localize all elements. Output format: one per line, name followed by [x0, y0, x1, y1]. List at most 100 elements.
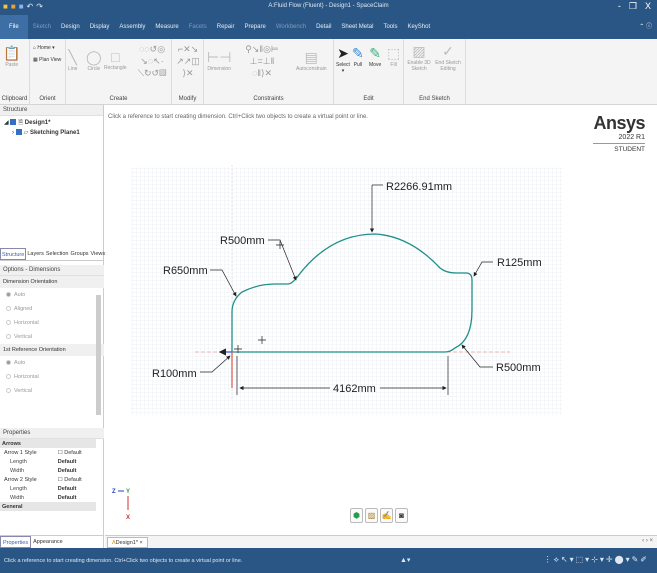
tab-detail[interactable]: Detail	[311, 15, 336, 39]
constraint-tools-grid[interactable]: ⚲↘‖◎⊨ ⊥=⊥‖ ◌‖⟩✕	[234, 43, 290, 79]
rectangle-button[interactable]: □ Rectangle	[104, 49, 127, 71]
minimize-button[interactable]: -	[618, 1, 621, 12]
select-button[interactable]: ➤ Select ▾	[336, 45, 350, 74]
create-tools-grid[interactable]: ◌◌↺◎ ↘◌↖· ⟍↻↺▨	[134, 43, 170, 79]
tab-properties[interactable]: Properties	[0, 536, 32, 548]
radio-ref-vertical[interactable]: Vertical	[0, 384, 104, 398]
group-label: Constraints	[253, 96, 284, 102]
dimension-button[interactable]: ⊢⊣ Dimension	[207, 49, 231, 72]
close-tab-icon[interactable]: ×	[140, 540, 143, 546]
design-icon: 🗎	[18, 120, 24, 126]
fill-icon: ⬚	[387, 45, 401, 61]
tab-display[interactable]: Display	[85, 15, 115, 39]
tab-nav-controls[interactable]: ‹ › ×	[642, 538, 653, 544]
tab-workbench[interactable]: Workbench	[271, 15, 311, 39]
pull-icon: ✎	[352, 45, 364, 61]
radio-aligned[interactable]: Aligned	[0, 302, 104, 316]
checkbox-icon[interactable]	[10, 119, 17, 126]
tab-assembly[interactable]: Assembly	[114, 15, 150, 39]
create-group: ╲ Line ◯ Circle □ Rectangle ◌◌↺◎ ↘◌↖· ⟍↻↺▨ Cr…	[66, 39, 172, 105]
dim-r2266[interactable]: R2266.91mm	[386, 181, 452, 193]
end-sketch-editing-button[interactable]: ✓ End Sketch Editing	[434, 43, 462, 72]
dim-r125[interactable]: R125mm	[497, 257, 542, 269]
modify-tools-grid[interactable]: ⌐✕↘ ↗↗◫ ⟩✕	[174, 43, 202, 79]
dimension-orientation-header: Dimension Orientation	[0, 276, 104, 288]
move-button[interactable]: ✎ Move	[369, 45, 381, 68]
options-panel: Options - Dimensions Dimension Orientati…	[0, 265, 104, 398]
restore-button[interactable]: ❐	[629, 1, 637, 12]
arrow2-value[interactable]: ☐ Default	[56, 475, 96, 484]
tab-groups[interactable]: Groups	[69, 248, 89, 260]
tab-selection[interactable]: Selection	[45, 248, 70, 260]
circle-button[interactable]: ◯ Circle	[86, 49, 102, 72]
fill-button[interactable]: ⬚ Fill	[387, 45, 400, 68]
tab-tools[interactable]: Tools	[378, 15, 402, 39]
circle-icon: ◯	[86, 49, 102, 65]
sketch-mode-icon[interactable]: ▨	[365, 508, 378, 523]
tab-design[interactable]: Design	[56, 15, 85, 39]
tree-item-design[interactable]: ◢ 🗎 Design1*	[4, 118, 99, 128]
tab-layers[interactable]: Layers	[26, 248, 45, 260]
radio-vertical[interactable]: Vertical	[0, 330, 104, 344]
paste-button[interactable]: 📋 Paste	[3, 45, 20, 68]
display-mode-icon[interactable]: ◙	[395, 508, 408, 523]
checkbox-icon[interactable]	[15, 129, 22, 136]
close-button[interactable]: X	[645, 1, 651, 12]
general-category[interactable]: General	[0, 502, 96, 511]
width-value[interactable]: Default	[56, 493, 96, 502]
paste-icon: 📋	[3, 45, 21, 61]
length-value[interactable]: Default	[56, 457, 96, 466]
tree-item-sketching-plane[interactable]: › ▱ Sketching Plane1	[4, 128, 99, 138]
pull-button[interactable]: ✎ Pull	[352, 45, 364, 68]
tab-repair[interactable]: Repair	[212, 15, 240, 39]
tab-appearance[interactable]: Appearance	[31, 536, 65, 548]
ribbon-collapse-help-icon[interactable]: ⌃ ⓘ	[634, 15, 657, 39]
dim-length[interactable]: 4162mm	[333, 383, 376, 395]
dim-r650[interactable]: R650mm	[163, 265, 208, 277]
width-value[interactable]: Default	[56, 466, 96, 475]
triad-x: X	[126, 515, 130, 521]
autoconstrain-button[interactable]: ▤ Autoconstrain	[296, 49, 327, 72]
dim-r500-top[interactable]: R500mm	[220, 235, 265, 247]
radio-ref-horizontal[interactable]: Horizontal	[0, 370, 104, 384]
dim-r100[interactable]: R100mm	[152, 368, 197, 380]
window-title: A:Fluid Flow (Fluent) - Design1 - SpaceC…	[268, 3, 389, 9]
home-button[interactable]: ⌂ Home ▾	[33, 45, 55, 51]
arrows-category[interactable]: Arrows	[0, 439, 96, 448]
design-viewport[interactable]: R2266.91mm R500mm R650mm R125mm R100mm R…	[105, 108, 657, 535]
properties-header: Properties	[0, 428, 104, 439]
edit-group: ➤ Select ▾ ✎ Pull ✎ Move ⬚ Fill Edit	[334, 39, 404, 105]
radio-horizontal[interactable]: Horizontal	[0, 316, 104, 330]
selection-filter-icon[interactable]: ▲▾	[400, 556, 410, 564]
plan-view-button[interactable]: ▦ Plan View	[33, 57, 61, 63]
tab-prepare[interactable]: Prepare	[239, 15, 270, 39]
tab-sketch[interactable]: Sketch	[28, 15, 56, 39]
tab-views[interactable]: Views	[90, 248, 107, 260]
arrow1-value[interactable]: ☐ Default	[56, 448, 96, 457]
end-sketch-group: ▨ Enable 3D Sketch ✓ End Sketch Editing En…	[404, 39, 466, 105]
length-value[interactable]: Default	[56, 484, 96, 493]
tab-sheet-metal[interactable]: Sheet Metal	[336, 15, 378, 39]
line-button[interactable]: ╲ Line	[68, 49, 77, 72]
tab-measure[interactable]: Measure	[150, 15, 183, 39]
dim-r500-bottom[interactable]: R500mm	[496, 362, 541, 374]
plane-icon: ▱	[23, 130, 29, 136]
group-label: Orient	[39, 96, 56, 102]
tab-keyshot[interactable]: KeyShot	[402, 15, 435, 39]
sketch-canvas[interactable]: R2266.91mm R500mm R650mm R125mm R100mm R…	[105, 108, 657, 535]
status-tools[interactable]: ⋮⟡↖▾⬚▾⊹▾✛⬤▾✎✐	[544, 555, 649, 565]
move-icon: ✎	[369, 45, 381, 61]
width-label: Width	[10, 467, 25, 474]
solid-view-icon[interactable]: ⬢	[350, 508, 363, 523]
tab-facets[interactable]: Facets	[184, 15, 212, 39]
dimension-icon: ⊢⊣	[207, 49, 232, 65]
options-scrollbar[interactable]	[96, 295, 101, 415]
section-mode-icon[interactable]: ✍	[380, 508, 393, 523]
tab-file[interactable]: File	[0, 15, 28, 39]
orient-group: ⌂ Home ▾ ▦ Plan View Orient	[30, 39, 66, 105]
radio-auto[interactable]: Auto	[0, 288, 104, 302]
tab-structure[interactable]: Structure	[0, 248, 27, 260]
radio-ref-auto[interactable]: Auto	[0, 356, 104, 370]
tab-design1[interactable]: ΛDesign1* ×	[107, 537, 148, 548]
enable-3d-sketch-button[interactable]: ▨ Enable 3D Sketch	[406, 43, 432, 72]
